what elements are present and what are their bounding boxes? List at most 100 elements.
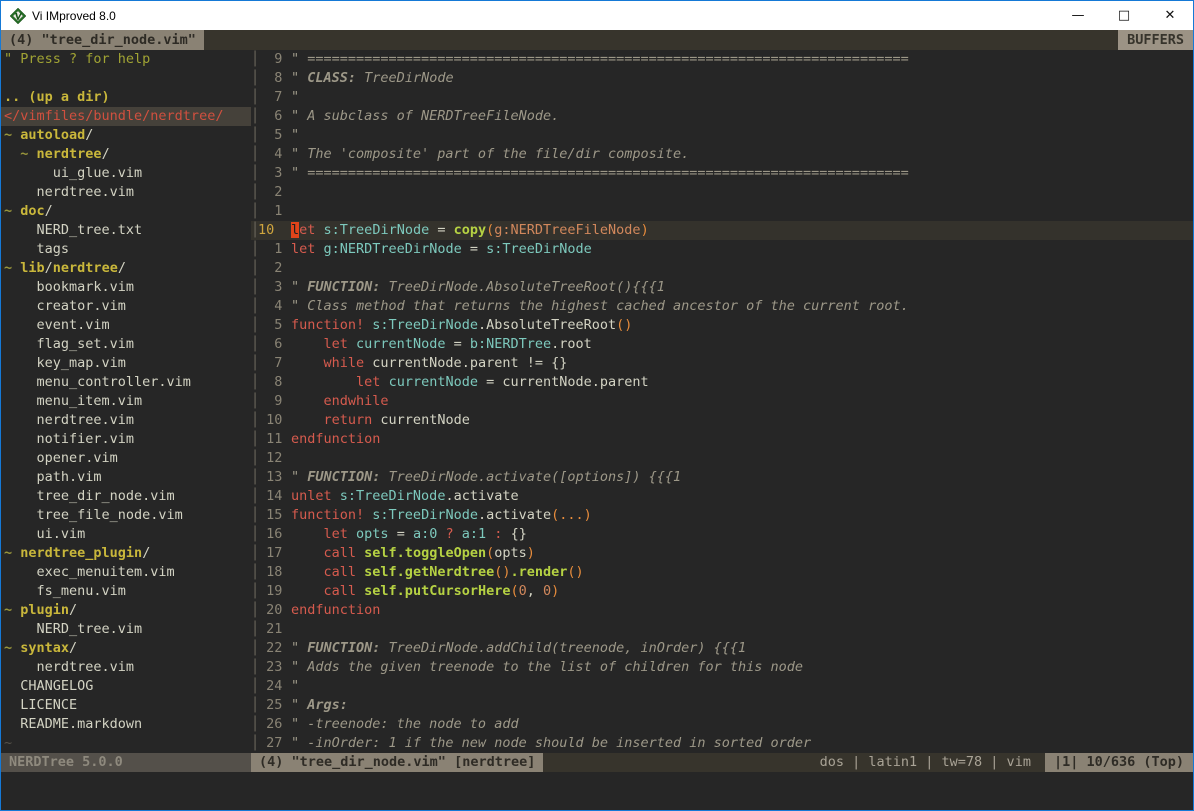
window-separator[interactable]: │: [251, 202, 258, 221]
window-separator[interactable]: │: [251, 278, 258, 297]
code-line[interactable]: │ 18 call self.getNerdtree().render(): [251, 563, 1193, 582]
tree-item[interactable]: README.markdown: [1, 715, 251, 734]
tree-item[interactable]: exec_menuitem.vim: [1, 563, 251, 582]
tree-item[interactable]: ~ lib/nerdtree/: [1, 259, 251, 278]
maximize-button[interactable]: □: [1101, 1, 1147, 30]
tree-item[interactable]: menu_item.vim: [1, 392, 251, 411]
tree-item[interactable]: CHANGELOG: [1, 677, 251, 696]
tree-root-item[interactable]: </vimfiles/bundle/nerdtree/: [1, 107, 251, 126]
tree-item[interactable]: ~ nerdtree_plugin/: [1, 544, 251, 563]
code-line[interactable]: │ 10 return currentNode: [251, 411, 1193, 430]
code-line[interactable]: │ 8 let currentNode = currentNode.parent: [251, 373, 1193, 392]
window-separator[interactable]: │: [251, 601, 258, 620]
code-line[interactable]: │ 17 call self.toggleOpen(opts): [251, 544, 1193, 563]
window-separator[interactable]: │: [251, 126, 258, 145]
window-separator[interactable]: │: [251, 50, 258, 69]
tree-item[interactable]: menu_controller.vim: [1, 373, 251, 392]
code-line[interactable]: │ 1let g:NERDTreeDirNode = s:TreeDirNode: [251, 240, 1193, 259]
tree-item[interactable]: tree_dir_node.vim: [1, 487, 251, 506]
code-line[interactable]: │ 8" CLASS: TreeDirNode: [251, 69, 1193, 88]
window-separator[interactable]: │: [251, 506, 258, 525]
code-line[interactable]: │ 14unlet s:TreeDirNode.activate: [251, 487, 1193, 506]
window-separator[interactable]: │: [251, 259, 258, 278]
code-line[interactable]: │ 1: [251, 202, 1193, 221]
window-separator[interactable]: │: [251, 183, 258, 202]
window-separator[interactable]: │: [251, 164, 258, 183]
code-line[interactable]: │ 9" ===================================…: [251, 50, 1193, 69]
window-separator[interactable]: │: [251, 658, 258, 677]
minimize-button[interactable]: —: [1055, 1, 1101, 30]
window-separator[interactable]: │: [251, 487, 258, 506]
code-line[interactable]: │ 23" Adds the given treenode to the lis…: [251, 658, 1193, 677]
window-separator[interactable]: │: [251, 449, 258, 468]
tree-item[interactable]: NERD_tree.vim: [1, 620, 251, 639]
tree-item[interactable]: ui_glue.vim: [1, 164, 251, 183]
code-line[interactable]: │ 25" Args:: [251, 696, 1193, 715]
code-line[interactable]: │ 12: [251, 449, 1193, 468]
tree-item[interactable]: NERD_tree.txt: [1, 221, 251, 240]
tree-item[interactable]: " Press ? for help: [1, 50, 251, 69]
window-separator[interactable]: │: [251, 563, 258, 582]
code-line[interactable]: │ 4" The 'composite' part of the file/di…: [251, 145, 1193, 164]
window-separator[interactable]: │: [251, 430, 258, 449]
window-separator[interactable]: │: [251, 468, 258, 487]
window-separator[interactable]: │: [251, 316, 258, 335]
window-separator[interactable]: │: [251, 411, 258, 430]
code-line[interactable]: │ 15function! s:TreeDirNode.activate(...…: [251, 506, 1193, 525]
window-separator[interactable]: │: [251, 240, 258, 259]
window-separator[interactable]: │: [251, 221, 258, 240]
tree-item[interactable]: ~ autoload/: [1, 126, 251, 145]
code-line[interactable]: │ 20endfunction: [251, 601, 1193, 620]
command-line[interactable]: [1, 772, 1193, 810]
code-line[interactable]: │ 27" -inOrder: 1 if the new node should…: [251, 734, 1193, 753]
window-separator[interactable]: │: [251, 335, 258, 354]
tree-item[interactable]: event.vim: [1, 316, 251, 335]
tree-item[interactable]: ~ syntax/: [1, 639, 251, 658]
window-separator[interactable]: │: [251, 715, 258, 734]
window-separator[interactable]: │: [251, 88, 258, 107]
window-separator[interactable]: │: [251, 696, 258, 715]
code-line[interactable]: │ 19 call self.putCursorHere(0, 0): [251, 582, 1193, 601]
tree-item[interactable]: tree_file_node.vim: [1, 506, 251, 525]
tree-item[interactable]: notifier.vim: [1, 430, 251, 449]
tree-item[interactable]: ~ plugin/: [1, 601, 251, 620]
window-separator[interactable]: │: [251, 582, 258, 601]
window-separator[interactable]: │: [251, 69, 258, 88]
code-line[interactable]: │ 2: [251, 183, 1193, 202]
code-line[interactable]: │ 7 while currentNode.parent != {}: [251, 354, 1193, 373]
window-separator[interactable]: │: [251, 392, 258, 411]
code-line[interactable]: │ 11endfunction: [251, 430, 1193, 449]
code-line[interactable]: │ 16 let opts = a:0 ? a:1 : {}: [251, 525, 1193, 544]
tree-item[interactable]: creator.vim: [1, 297, 251, 316]
window-separator[interactable]: │: [251, 639, 258, 658]
code-line[interactable]: │10let s:TreeDirNode = copy(g:NERDTreeFi…: [251, 221, 1193, 240]
tree-item[interactable]: opener.vim: [1, 449, 251, 468]
tree-item[interactable]: flag_set.vim: [1, 335, 251, 354]
code-line[interactable]: │ 22" FUNCTION: TreeDirNode.addChild(tre…: [251, 639, 1193, 658]
code-line[interactable]: │ 21: [251, 620, 1193, 639]
tree-item[interactable]: key_map.vim: [1, 354, 251, 373]
window-separator[interactable]: │: [251, 544, 258, 563]
tree-item[interactable]: nerdtree.vim: [1, 411, 251, 430]
window-separator[interactable]: │: [251, 677, 258, 696]
window-separator[interactable]: │: [251, 354, 258, 373]
code-line[interactable]: │ 5function! s:TreeDirNode.AbsoluteTreeR…: [251, 316, 1193, 335]
active-tab[interactable]: (4) "tree_dir_node.vim": [1, 30, 204, 50]
tree-item[interactable]: nerdtree.vim: [1, 183, 251, 202]
tree-item[interactable]: .. (up a dir): [1, 88, 251, 107]
code-line[interactable]: │ 9 endwhile: [251, 392, 1193, 411]
code-line[interactable]: │ 4" Class method that returns the highe…: [251, 297, 1193, 316]
window-separator[interactable]: │: [251, 145, 258, 164]
tree-item[interactable]: fs_menu.vim: [1, 582, 251, 601]
window-separator[interactable]: │: [251, 373, 258, 392]
tree-item[interactable]: ~ doc/: [1, 202, 251, 221]
tree-item[interactable]: path.vim: [1, 468, 251, 487]
tree-item[interactable]: [1, 69, 251, 88]
window-separator[interactable]: │: [251, 734, 258, 753]
code-line[interactable]: │ 26" -treenode: the node to add: [251, 715, 1193, 734]
code-line[interactable]: │ 5": [251, 126, 1193, 145]
code-line[interactable]: │ 24": [251, 677, 1193, 696]
tree-item[interactable]: nerdtree.vim: [1, 658, 251, 677]
tree-item[interactable]: bookmark.vim: [1, 278, 251, 297]
code-line[interactable]: │ 13" FUNCTION: TreeDirNode.activate([op…: [251, 468, 1193, 487]
